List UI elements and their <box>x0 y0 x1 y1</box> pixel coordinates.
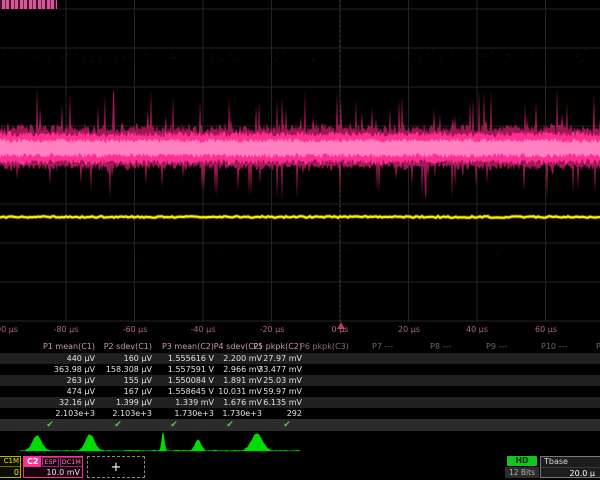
time-axis-tick: 20 µs <box>398 325 420 334</box>
param-table-row: 363.98 µV158.308 µV1.557591 V2.966 mV33.… <box>0 364 600 375</box>
channel-c1-descriptor[interactable]: C1M 0 mV <box>0 456 21 478</box>
timebase-descriptor[interactable]: Tbase 20.0 µ <box>540 456 600 478</box>
param-value-cell: 1.555616 V <box>142 353 214 364</box>
oscilloscope-screen: -100 µs -80 µs -60 µs -40 µs -20 µs 0 µs 20 µs… <box>0 0 600 480</box>
param-value-cell: 32.16 µV <box>23 397 95 408</box>
param-value-cell: 25.03 mV <box>230 375 302 386</box>
param-value-cell: 1.891 mV <box>190 375 262 386</box>
param-header-unused[interactable]: P10 --- <box>541 341 567 352</box>
param-value-cell: 27.97 mV <box>230 353 302 364</box>
c1-volts-per-div: 0 mV <box>0 467 20 478</box>
param-header-unused[interactable]: P6 pkpk(C3) <box>300 341 349 352</box>
waveform-grid <box>0 0 600 324</box>
param-header-p2[interactable]: P2 sdev(C1) <box>80 341 152 352</box>
time-axis: -100 µs -80 µs -60 µs -40 µs -20 µs 0 µs 20 µs… <box>0 321 600 336</box>
param-header-unused[interactable]: P7 --- <box>372 341 393 352</box>
param-value-cell: 1.399 µV <box>80 397 152 408</box>
param-value-cell: 2.966 mV <box>190 364 262 375</box>
param-value-cell: 292 <box>230 408 302 419</box>
param-header-unused[interactable]: P9 --- <box>486 341 507 352</box>
param-value-cell: 1.730e+3 <box>142 408 214 419</box>
param-header-unused[interactable]: P11 <box>596 341 600 352</box>
param-value-cell: 2.200 mV <box>190 353 262 364</box>
param-value-cell: 2.103e+3 <box>80 408 152 419</box>
param-table-row: 474 µV167 µV1.558645 V10.031 mV59.97 mV <box>0 386 600 397</box>
time-axis-tick: -60 µs <box>123 325 148 334</box>
param-table-row: 263 µV155 µV1.550084 V1.891 mV25.03 mV <box>0 375 600 386</box>
time-axis-tick: -80 µs <box>54 325 79 334</box>
param-value-cell: 1.676 mV <box>190 397 262 408</box>
time-axis-tick: -20 µs <box>260 325 285 334</box>
timebase-title: Tbase <box>541 457 600 468</box>
param-header-p5[interactable]: P5 pkpk(C2) <box>230 341 302 352</box>
param-header-p1[interactable]: P1 mean(C1) <box>23 341 95 352</box>
param-value-cell: 2.103e+3 <box>23 408 95 419</box>
param-value-cell: 474 µV <box>23 386 95 397</box>
add-trace-button[interactable]: + <box>87 456 145 478</box>
param-table-row: 2.103e+32.103e+31.730e+31.730e+3292 <box>0 408 600 419</box>
param-table-row: 32.16 µV1.399 µV1.339 mV1.676 mV6.135 mV <box>0 397 600 408</box>
param-header-unused[interactable]: P8 --- <box>430 341 451 352</box>
hd-mode-badge[interactable]: HD <box>507 456 537 466</box>
time-axis-tick: 40 µs <box>466 325 488 334</box>
resolution-bits-label: 12 Bits <box>505 467 539 478</box>
histicon-p1[interactable] <box>20 435 76 451</box>
histicon-p3[interactable] <box>132 432 188 451</box>
param-value-cell: 1.558645 V <box>142 386 214 397</box>
c2-eres-badge: ESP <box>42 457 58 467</box>
param-header-p3[interactable]: P3 mean(C2) <box>142 341 214 352</box>
c1-coupling-badge: C1M <box>0 457 20 467</box>
time-axis-tick: -100 µs <box>0 325 18 334</box>
time-axis-tick: 60 µs <box>535 325 557 334</box>
timebase-value: 20.0 µ <box>541 468 600 478</box>
param-value-cell: 1.339 mV <box>142 397 214 408</box>
param-value-cell: 155 µV <box>80 375 152 386</box>
histicon-p2[interactable] <box>76 434 132 451</box>
param-value-cell: 59.97 mV <box>230 386 302 397</box>
histicon-strip <box>0 430 600 455</box>
channel-c2-descriptor[interactable]: C2 ESP DC1M 10.0 mV <box>23 456 83 478</box>
c2-label: C2 <box>24 457 41 467</box>
param-value-cell: 1.557591 V <box>142 364 214 375</box>
cropped-ui-fragment <box>0 0 57 9</box>
param-value-cell: 10.031 mV <box>190 386 262 397</box>
param-value-cell: 167 µV <box>80 386 152 397</box>
param-value-cell: 1.730e+3 <box>190 408 262 419</box>
histicon-p4[interactable] <box>188 439 244 451</box>
param-value-cell: 158.308 µV <box>80 364 152 375</box>
c2-coupling-badge: DC1M <box>60 457 83 467</box>
param-value-cell: 263 µV <box>23 375 95 386</box>
param-header-p4[interactable]: P4 sdev(C2) <box>190 341 262 352</box>
param-value-cell: 160 µV <box>80 353 152 364</box>
histicon-p5[interactable] <box>244 433 300 451</box>
param-table-row: 440 µV160 µV1.555616 V2.200 mV27.97 mV <box>0 353 600 364</box>
param-value-cell: 363.98 µV <box>23 364 95 375</box>
time-axis-tick: -40 µs <box>191 325 216 334</box>
c2-volts-per-div: 10.0 mV <box>24 467 82 478</box>
time-axis-tick: 0 µs <box>332 325 349 334</box>
param-value-cell: 6.135 mV <box>230 397 302 408</box>
plus-icon: + <box>111 460 122 475</box>
param-value-cell: 33.477 mV <box>230 364 302 375</box>
param-value-cell: 1.550084 V <box>142 375 214 386</box>
param-value-cell: 440 µV <box>23 353 95 364</box>
